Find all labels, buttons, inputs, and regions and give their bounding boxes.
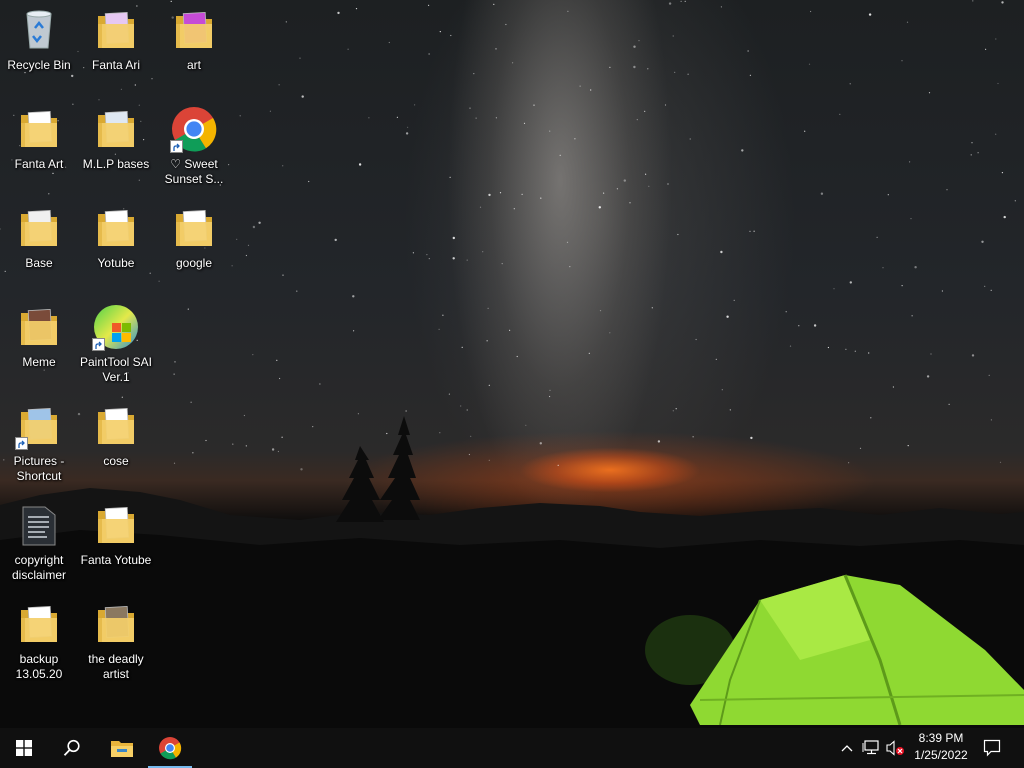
file-explorer-icon xyxy=(111,741,133,757)
desktop-icon-fanta-ari[interactable]: Fanta Ari xyxy=(79,0,153,92)
show-hidden-icons-button[interactable] xyxy=(837,728,857,768)
desktop-icon-fanta-art[interactable]: Fanta Art xyxy=(2,99,76,191)
desktop-icon-label: Fanta Yotube xyxy=(80,553,152,567)
taskbar: 8:39 PM 1/25/2022 xyxy=(0,728,1024,768)
chrome-icon xyxy=(159,737,182,760)
folder-icon xyxy=(15,402,63,450)
desktop-icon-label: copyright disclaimer xyxy=(11,553,66,582)
desktop-icon-label: cose xyxy=(103,454,129,468)
volume-muted-icon xyxy=(886,740,904,756)
desktop-icon-art[interactable]: art xyxy=(157,0,231,92)
desktop[interactable]: Recycle Bin Fanta Ari art Fanta Art M.L.P ba… xyxy=(0,0,1024,728)
folder-icon xyxy=(170,6,218,54)
taskbar-chrome[interactable] xyxy=(148,728,192,768)
folder-icon xyxy=(92,6,140,54)
desktop-icon-label: Meme xyxy=(22,355,56,369)
shortcut-arrow-icon xyxy=(170,140,183,153)
desktop-icon-sweet-sunset-s[interactable]: ♡ Sweet Sunset S... xyxy=(157,99,231,191)
desktop-icon-meme[interactable]: Meme xyxy=(2,297,76,389)
taskbar-clock[interactable]: 8:39 PM 1/25/2022 xyxy=(906,730,976,766)
desktop-icon-backup-13-05-20[interactable]: backup 13.05.20 xyxy=(2,594,76,686)
search-icon xyxy=(63,739,80,756)
volume-button[interactable] xyxy=(884,728,906,768)
desktop-icon-label: Fanta Ari xyxy=(91,58,141,72)
desktop-icon-label: PaintTool SAI Ver.1 xyxy=(79,355,153,384)
start-button[interactable] xyxy=(0,728,48,768)
folder-icon xyxy=(92,501,140,549)
desktop-icon-pictures-shortcut[interactable]: Pictures - Shortcut xyxy=(2,396,76,488)
taskbar-file-explorer[interactable] xyxy=(98,728,146,768)
desktop-icon-painttool-sai-ver-1[interactable]: PaintTool SAI Ver.1 xyxy=(79,297,153,389)
folder-icon xyxy=(15,303,63,351)
folder-icon xyxy=(15,600,63,648)
shortcut-arrow-icon xyxy=(92,338,105,351)
folder-icon xyxy=(92,402,140,450)
folder-icon xyxy=(15,204,63,252)
landscape xyxy=(0,416,1024,728)
desktop-icon-label: google xyxy=(175,256,213,270)
shortcut-arrow-icon xyxy=(15,437,28,450)
desktop-icon-fanta-yotube[interactable]: Fanta Yotube xyxy=(79,495,153,587)
chevron-up-icon xyxy=(841,745,853,752)
desktop-icon-label: Pictures - Shortcut xyxy=(13,454,65,483)
desktop-icon-label: Recycle Bin xyxy=(7,58,71,72)
desktop-icon-yotube[interactable]: Yotube xyxy=(79,198,153,290)
chrome-icon xyxy=(170,105,218,153)
desktop-icon-label: Yotube xyxy=(97,256,135,270)
folder-icon xyxy=(92,105,140,153)
clock-time: 8:39 PM xyxy=(918,731,964,745)
network-button[interactable] xyxy=(860,728,882,768)
desktop-icon-m-l-p-bases[interactable]: M.L.P bases xyxy=(79,99,153,191)
clock-date: 1/25/2022 xyxy=(914,748,968,762)
windows-start-icon xyxy=(16,740,32,756)
desktop-icon-copyright-disclaimer[interactable]: copyright disclaimer xyxy=(2,495,76,587)
desktop-icon-label: the deadly artist xyxy=(88,652,144,681)
desktop-icon-label: M.L.P bases xyxy=(82,157,150,171)
desktop-icon-base[interactable]: Base xyxy=(2,198,76,290)
desktop-icon-label: backup 13.05.20 xyxy=(15,652,63,681)
folder-icon xyxy=(15,105,63,153)
document-icon xyxy=(15,501,63,549)
notification-icon xyxy=(983,739,1001,757)
folder-icon xyxy=(92,204,140,252)
desktop-icon-label: Base xyxy=(25,256,53,270)
desktop-icon-google[interactable]: google xyxy=(157,198,231,290)
folder-icon xyxy=(170,204,218,252)
action-center-button[interactable] xyxy=(976,728,1008,768)
desktop-icon-label: Fanta Art xyxy=(14,157,64,171)
desktop-icon-label: ♡ Sweet Sunset S... xyxy=(164,157,224,186)
recycle-bin-icon xyxy=(15,6,63,54)
search-button[interactable] xyxy=(48,728,96,768)
painttool-sai-icon xyxy=(92,303,140,351)
network-icon xyxy=(862,740,879,755)
desktop-icon-the-deadly-artist[interactable]: the deadly artist xyxy=(79,594,153,686)
desktop-icon-cose[interactable]: cose xyxy=(79,396,153,488)
desktop-icon-label: art xyxy=(186,58,201,72)
desktop-icon-recycle-bin[interactable]: Recycle Bin xyxy=(2,0,76,92)
folder-icon xyxy=(92,600,140,648)
